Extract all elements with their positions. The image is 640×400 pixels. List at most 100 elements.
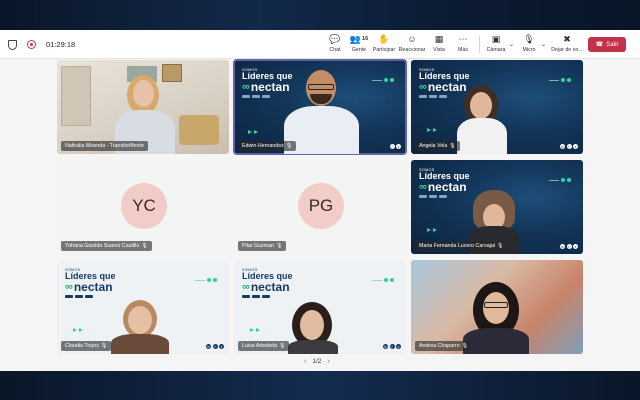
- video-tile[interactable]: SOMOS Líderes que ∞ nectan in f x Angela Ve…: [411, 60, 583, 154]
- video-tile[interactable]: SOMOS Líderes que ∞ nectan in f x Maria Fer…: [411, 160, 583, 254]
- avatar-tile[interactable]: PG Pilar Guzman 🎙: [234, 160, 406, 254]
- social-icons: fx: [389, 144, 401, 149]
- participant-name: Andrea Chaparro: [419, 343, 460, 349]
- event-logo: SOMOS Líderes que ∞ nectan: [65, 268, 116, 298]
- camera-button[interactable]: ▣ Cámara: [486, 33, 506, 57]
- logo-line2: nectan: [73, 280, 113, 294]
- event-logo: SOMOS Líderes que ∞ nectan: [242, 268, 293, 298]
- stop-sharing-button[interactable]: ✖ Dejar de co...: [550, 33, 584, 57]
- people-count: 16: [362, 36, 369, 42]
- logo-line2: nectan: [250, 80, 290, 94]
- event-logo: SOMOS Líderes que ∞ nectan: [242, 68, 293, 98]
- wall-frame: [162, 64, 182, 82]
- social-icons: in f x: [560, 144, 578, 149]
- participant-name-tag: Yohana Giselda Suarez Castillo 🎙: [61, 241, 152, 251]
- meeting-toolbar: 01:29:18 💬 Chat 👥 16 Gente ✋ Participar ☺…: [0, 30, 640, 59]
- wall-shelf: [61, 66, 91, 126]
- shield-icon[interactable]: [8, 39, 17, 50]
- decor-arrows: [250, 328, 260, 332]
- react-label: Reaccionar: [398, 47, 426, 53]
- logo-line2: nectan: [427, 80, 467, 94]
- mic-label: Micro: [522, 47, 536, 53]
- participant-name-tag: Claudia Trejos 🎙: [61, 341, 112, 351]
- decor-dots: [549, 178, 571, 182]
- social-icons: in f x: [560, 244, 578, 249]
- more-icon: ⋯: [458, 34, 468, 44]
- chair: [179, 115, 219, 145]
- participant-name-tag: Edwin Hernandez 🎙: [238, 141, 297, 151]
- mic-off-icon: 🎙: [523, 34, 535, 44]
- participant-face: [128, 306, 152, 334]
- meeting-timer: 01:29:18: [46, 40, 76, 49]
- participant-name: Claudia Trejos: [65, 343, 99, 349]
- camera-label: Cámara: [486, 47, 506, 53]
- page-indicator: 1/2: [312, 358, 322, 365]
- infinity-icon: ∞: [242, 281, 250, 293]
- avatar: YC: [121, 183, 167, 229]
- participant-face: [300, 310, 324, 340]
- raise-hand-button[interactable]: ✋ Participar: [373, 33, 395, 57]
- more-label: Más: [457, 47, 468, 53]
- participant-body: [288, 340, 338, 354]
- participant-face: [133, 80, 154, 107]
- mic-off-icon: 🎙: [100, 343, 108, 349]
- mic-off-icon: 🎙: [276, 243, 283, 249]
- participant-name: Luisa Arboleda: [242, 343, 278, 349]
- smile-icon: ☺: [407, 34, 417, 44]
- glasses-icon: [484, 302, 508, 308]
- event-logo: SOMOS Líderes que ∞ nectan: [419, 168, 470, 198]
- recording-icon: [27, 40, 36, 49]
- background-top: [0, 0, 640, 30]
- participant-body: [111, 334, 169, 354]
- decor-dots: [549, 78, 571, 82]
- participant-name-tag: Maria Fernanda Lucero Carvajal 🎙: [415, 241, 508, 251]
- participant-name-tag: Pilar Guzman 🎙: [238, 241, 287, 251]
- video-tile-active-speaker[interactable]: SOMOS Líderes que ∞ nectan fx Edwin Herna…: [233, 59, 407, 155]
- video-tile[interactable]: Andrea Chaparro 🎙: [411, 260, 583, 354]
- avatar-tile[interactable]: YC Yohana Giselda Suarez Castillo 🎙: [57, 160, 229, 254]
- previous-page-chevron-icon[interactable]: ‹: [304, 358, 306, 365]
- phone-icon: ☎: [595, 41, 604, 48]
- people-button[interactable]: 👥 16 Gente: [349, 33, 369, 57]
- chat-button[interactable]: 💬 Chat: [327, 33, 343, 57]
- camera-options-chevron-icon[interactable]: ⌄: [509, 41, 514, 48]
- logo-line2: nectan: [427, 180, 467, 194]
- social-icons: in f x: [206, 344, 224, 349]
- leave-label: Salir: [606, 41, 619, 48]
- mic-off-icon: 🎙: [449, 143, 456, 149]
- mic-off-icon: 🎙: [141, 243, 148, 249]
- mic-off-icon: 🎙: [279, 343, 286, 349]
- video-tile[interactable]: Nathalia Miranda - TransforMente: [57, 60, 229, 154]
- decor-dots: [372, 278, 394, 282]
- raise-hand-icon: ✋: [378, 34, 390, 44]
- view-button[interactable]: ▦ Vista: [431, 33, 447, 57]
- decor-dots: [372, 78, 394, 82]
- decor-arrows: [427, 128, 437, 132]
- glasses-icon: [308, 84, 334, 90]
- chat-label: Chat: [329, 47, 341, 53]
- decor-dots: [195, 278, 217, 282]
- event-logo: SOMOS Líderes que ∞ nectan: [419, 68, 470, 98]
- react-button[interactable]: ☺ Reaccionar: [398, 33, 426, 57]
- more-button[interactable]: ⋯ Más: [455, 33, 471, 57]
- infinity-icon: ∞: [242, 81, 250, 93]
- video-tile[interactable]: SOMOS Líderes que ∞ nectan in f x Claudia T…: [57, 260, 229, 354]
- next-page-chevron-icon[interactable]: ›: [327, 358, 329, 365]
- gallery-pagination: ‹ 1/2 ›: [304, 358, 330, 365]
- infinity-icon: ∞: [65, 281, 73, 293]
- mic-options-chevron-icon[interactable]: ⌄: [541, 41, 546, 48]
- stop-sharing-label: Dejar de co...: [551, 47, 583, 53]
- stop-share-icon: ✖: [563, 34, 571, 44]
- chat-icon: 💬: [329, 34, 341, 44]
- background-bottom: [0, 371, 640, 400]
- mic-button[interactable]: 🎙 Micro: [520, 33, 538, 57]
- grid-view-icon: ▦: [434, 34, 444, 44]
- participant-name-tag: Nathalia Miranda - TransforMente: [61, 141, 148, 151]
- decor-arrows: [248, 130, 258, 134]
- participant-name: Angela Vela: [419, 143, 448, 149]
- video-tile[interactable]: SOMOS Líderes que ∞ nectan in f x Luisa Arb…: [234, 260, 406, 354]
- meeting-window: 01:29:18 💬 Chat 👥 16 Gente ✋ Participar ☺…: [0, 30, 640, 371]
- avatar: PG: [298, 183, 344, 229]
- social-icons: in f x: [383, 344, 401, 349]
- leave-button[interactable]: ☎ Salir: [588, 37, 626, 52]
